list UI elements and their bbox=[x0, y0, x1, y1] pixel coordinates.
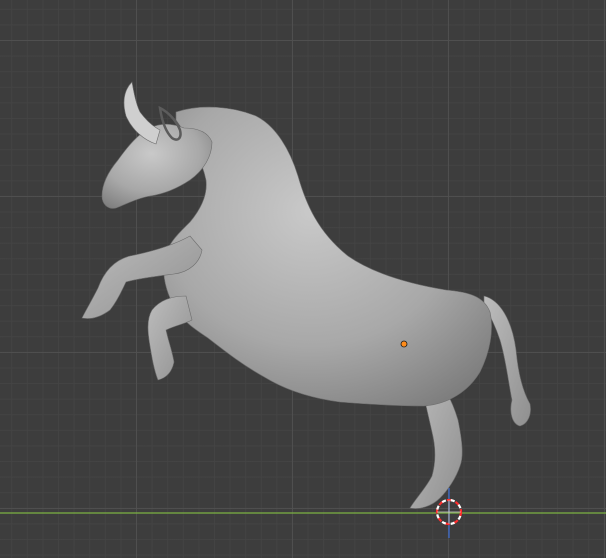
viewport-scene[interactable] bbox=[0, 0, 606, 558]
bull-mesh[interactable] bbox=[81, 81, 531, 509]
3d-cursor-icon[interactable] bbox=[435, 498, 463, 526]
bull-horn bbox=[123, 81, 161, 145]
bull-body bbox=[163, 106, 492, 407]
object-origin-point[interactable] bbox=[400, 340, 408, 348]
3d-viewport[interactable] bbox=[0, 0, 606, 558]
bull-front-leg-lower bbox=[147, 295, 193, 381]
